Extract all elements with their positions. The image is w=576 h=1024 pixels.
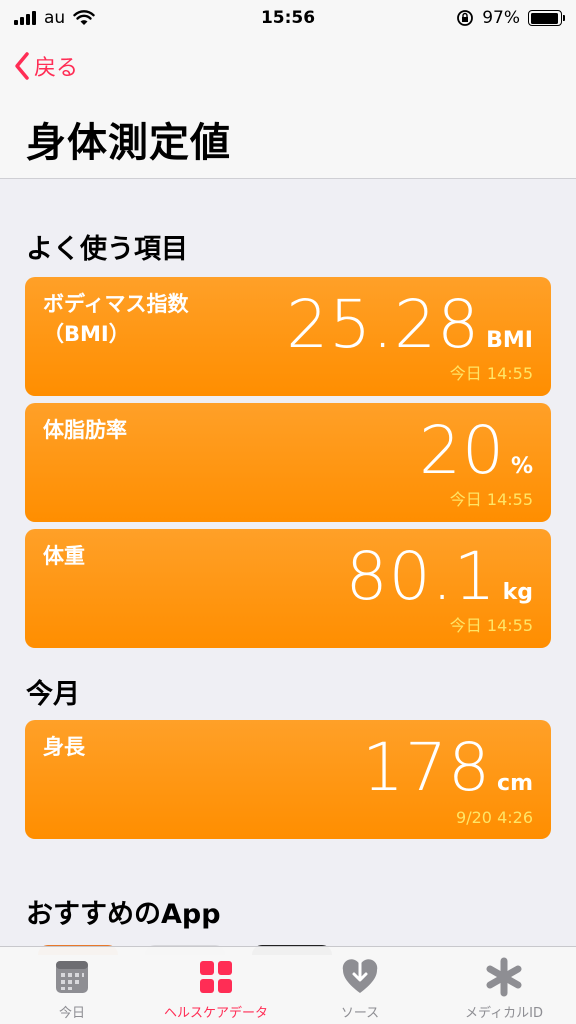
tab-label: メディカルID — [465, 1006, 543, 1021]
value-unit: % — [510, 454, 533, 479]
tab-health-data[interactable]: ヘルスケアデータ — [144, 947, 288, 1024]
value-unit: cm — [497, 771, 533, 796]
battery-percent: 97% — [482, 8, 520, 28]
card-value: 80.1 kg — [346, 537, 533, 617]
card-value: 178 cm — [362, 728, 533, 808]
status-bar: au 15:56 97% — [0, 0, 576, 36]
card-timestamp: 今日 14:55 — [449, 616, 533, 635]
back-label: 戻る — [34, 56, 79, 81]
wifi-icon — [73, 10, 95, 25]
tab-label: 今日 — [58, 1006, 85, 1021]
carrier-label: au — [44, 8, 66, 28]
tab-today[interactable]: 今日 — [0, 947, 144, 1024]
card-label: 身長 — [43, 735, 85, 759]
tab-bar: 今日 ヘルスケアデータ ソース メディカルID — [0, 946, 576, 1024]
rotation-lock-icon — [457, 10, 474, 26]
signal-icon — [14, 11, 36, 25]
page-title: 身体測定値 — [26, 120, 231, 166]
value-number: 25.28 — [286, 286, 481, 363]
chevron-left-icon — [15, 52, 29, 80]
value-number: 178 — [362, 729, 492, 806]
card-timestamp: 今日 14:55 — [449, 364, 533, 383]
section-header-this-month: 今月 — [26, 679, 80, 710]
card-timestamp: 9/20 4:26 — [456, 808, 533, 827]
card-label: ボディマス指数 （BMI） — [43, 292, 189, 346]
grid-icon — [200, 961, 232, 993]
tab-sources[interactable]: ソース — [288, 947, 432, 1024]
calendar-icon — [56, 961, 88, 993]
tab-label: ヘルスケアデータ — [163, 1006, 268, 1021]
value-number: 20 — [418, 412, 505, 489]
section-header-favorites: よく使う項目 — [26, 234, 188, 265]
card-label: 体脂肪率 — [43, 418, 127, 442]
card-body-fat[interactable]: 体脂肪率 20 % 今日 14:55 — [25, 403, 551, 522]
nav-header: 戻る 身体測定値 — [0, 36, 576, 179]
tab-label: ソース — [340, 1006, 380, 1021]
status-right: 97% — [456, 8, 565, 28]
card-timestamp: 今日 14:55 — [449, 490, 533, 509]
value-unit: kg — [502, 580, 533, 605]
battery-icon — [528, 10, 565, 26]
heart-download-icon — [342, 959, 378, 993]
back-button[interactable]: 戻る — [12, 50, 78, 82]
tab-medical-id[interactable]: メディカルID — [432, 947, 576, 1024]
value-number: 80.1 — [345, 538, 497, 615]
value-unit: BMI — [486, 328, 533, 353]
card-label: 体重 — [43, 544, 85, 568]
card-height[interactable]: 身長 178 cm 9/20 4:26 — [25, 720, 551, 839]
status-left: au — [14, 8, 95, 28]
card-value: 20 % — [419, 411, 533, 491]
card-value: 25.28 BMI — [286, 285, 533, 365]
card-weight[interactable]: 体重 80.1 kg 今日 14:55 — [25, 529, 551, 648]
asterisk-icon — [486, 957, 522, 997]
section-header-recommended-apps: おすすめのApp — [26, 899, 221, 930]
card-bmi[interactable]: ボディマス指数 （BMI） 25.28 BMI 今日 14:55 — [25, 277, 551, 396]
